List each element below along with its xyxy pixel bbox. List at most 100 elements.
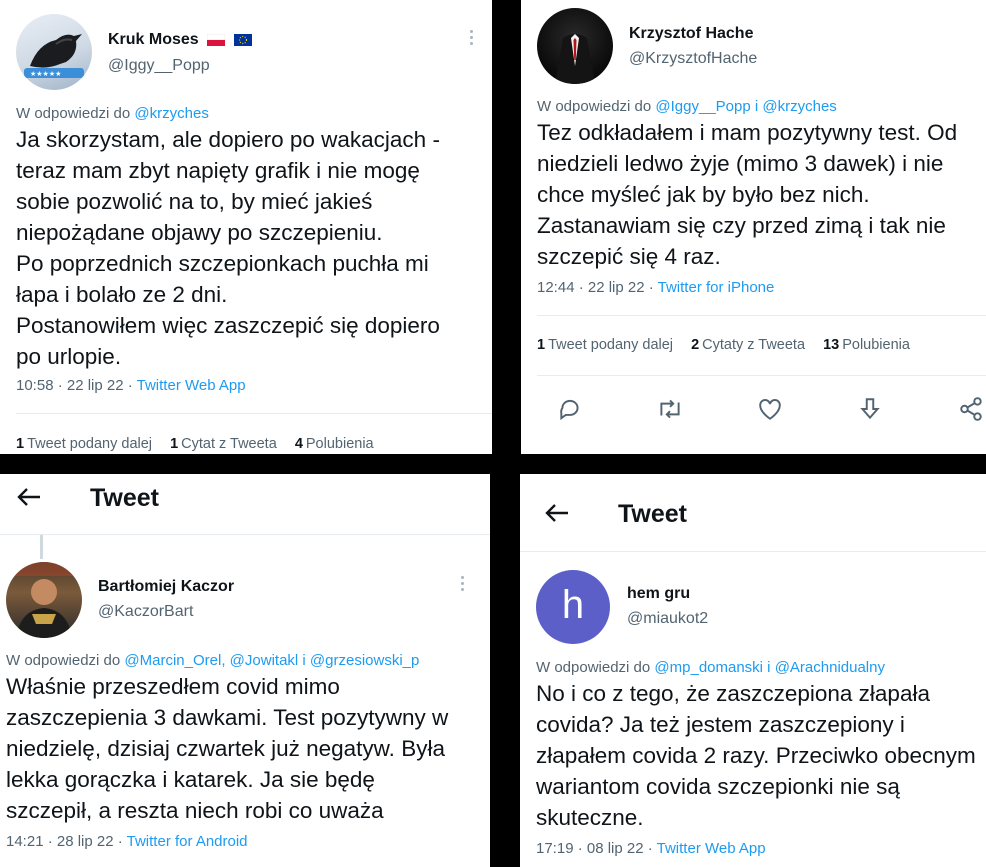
suit-avatar-image [555, 34, 595, 84]
reply-prefix: W odpowiedzi do [537, 98, 656, 115]
tweet-panel-hem-gru: Tweet h hem gru @miaukot2 W odpowiedzi d… [520, 474, 986, 867]
author-name[interactable]: Kruk Moses [108, 31, 252, 49]
reply-mention-link[interactable]: @mp_domanski [654, 659, 763, 676]
bookmark-icon[interactable] [858, 396, 882, 427]
reply-mention-link[interactable]: @grzesiowski_p [310, 652, 419, 669]
back-arrow-icon[interactable] [544, 501, 570, 530]
reply-context: W odpowiedzi do @mp_domanski i @Arachnid… [536, 659, 885, 676]
tweet-text-line: sobie pozwolić na to, by mieć jakieś [16, 189, 373, 214]
more-icon[interactable] [461, 576, 465, 594]
tweet-timestamp: 12:44 · 22 lip 22 · Twitter for iPhone [537, 279, 774, 296]
author-handle[interactable]: @KaczorBart [98, 603, 193, 621]
author-name[interactable]: Bartłomiej Kaczor [98, 578, 234, 596]
tweet-text-line: Tez odkładałem i mam pozytywny test. Od [537, 120, 958, 145]
timestamp-text[interactable]: 14:21 · 28 lip 22 · [6, 833, 127, 850]
more-icon[interactable] [470, 30, 474, 48]
tweet-text-line: Ja skorzystam, ale dopiero po wakacjach … [16, 127, 440, 152]
tweet-text-line: zaszczepienia 3 dawkami. Test pozytywny … [6, 705, 449, 730]
tweet-text-line: niepożądane objawy po szczepieniu. [16, 220, 383, 245]
quotes-stat[interactable]: 1 Cytat z Tweeta [170, 436, 277, 452]
back-arrow-icon[interactable] [16, 485, 42, 514]
avatar-letter: h [561, 583, 585, 627]
poland-flag-icon [207, 33, 226, 46]
reply-context: W odpowiedzi do @Marcin_Orel, @Jowitakl … [6, 652, 419, 669]
tweet-text-line: Zastanawiam się czy przed zimą i tak nie [537, 213, 946, 238]
person-avatar-image [6, 562, 82, 638]
reply-mention-link[interactable]: @Marcin_Orel [124, 652, 221, 669]
author-name[interactable]: hem gru [627, 585, 690, 603]
avatar[interactable]: ★★★★★ [16, 14, 92, 90]
author-name-text[interactable]: Kruk Moses [108, 31, 199, 48]
author-handle[interactable]: @miaukot2 [627, 610, 708, 628]
retweet-icon[interactable] [656, 396, 684, 427]
tweet-stats: 1 Tweet podany dalej 1 Cytat z Tweeta 4 Pol… [16, 436, 388, 452]
like-icon[interactable] [757, 397, 783, 426]
eu-flag-icon [233, 33, 252, 46]
divider [16, 413, 492, 414]
tweet-panel-krzysztof-hache: Krzysztof Hache @KrzysztofHache W odpowi… [521, 0, 986, 454]
tweet-text-line: po urlopie. [16, 344, 122, 369]
divider [537, 315, 986, 316]
quotes-stat[interactable]: 2 Cytaty z Tweeta [691, 337, 805, 353]
avatar[interactable] [6, 562, 82, 638]
author-handle[interactable]: @Iggy__Popp [108, 57, 210, 75]
tweet-text: No i co z tego, że zaszczepiona złapała c… [536, 678, 986, 833]
tweet-timestamp: 10:58 · 22 lip 22 · Twitter Web App [16, 377, 246, 394]
reply-mention-link[interactable]: @Arachnidualny [775, 659, 885, 676]
retweets-stat[interactable]: 1 Tweet podany dalej [16, 436, 152, 452]
reply-prefix: W odpowiedzi do [6, 652, 125, 669]
reply-mention-link[interactable]: @Iggy__Popp [655, 98, 750, 115]
tweet-text-line: skuteczne. [536, 805, 644, 830]
tweet-text-line: Postanowiłem więc zaszczepić się dopiero [16, 313, 440, 338]
tweet-text-line: złapałem covida 2 razy. Przeciwko obecny… [536, 743, 976, 768]
share-icon[interactable] [958, 396, 984, 427]
tweet-text-line: szczepił, a reszta niech robi co uważa [6, 798, 384, 823]
reply-context: W odpowiedzi do @krzyches [16, 105, 209, 122]
source-link[interactable]: Twitter Web App [657, 840, 766, 857]
reply-and: i [750, 98, 763, 115]
page-title: Tweet [90, 484, 159, 512]
avatar[interactable]: h [536, 570, 610, 644]
svg-text:★★★★★: ★★★★★ [30, 70, 61, 78]
divider [520, 551, 986, 552]
tweet-text-line: niedzielę, dzisiaj czwartek już negatyw.… [6, 736, 445, 761]
divider [537, 375, 986, 376]
reply-prefix: W odpowiedzi do [16, 105, 135, 122]
tweet-panel-bartlomiej-kaczor: Tweet Bartłomiej Kaczor @KaczorBart W od… [0, 474, 490, 867]
timestamp-text[interactable]: 17:19 · 08 lip 22 · [536, 840, 657, 857]
tweet-text-line: Właśnie przeszedłem covid mimo [6, 674, 340, 699]
tweet-panel-kruk-moses: ★★★★★ Kruk Moses @Iggy__Popp W odpowiedz… [0, 0, 492, 454]
source-link[interactable]: Twitter Web App [137, 377, 246, 394]
tweet-text-line: chce myśleć jak by było bez nich. [537, 182, 870, 207]
tweet-text-line: łapa i bolało ze 2 dni. [16, 282, 228, 307]
reply-icon[interactable] [557, 396, 583, 427]
tweet-text-line: teraz mam zbyt napięty grafik i nie mogę [16, 158, 420, 183]
tweet-text-line: covida? Ja też jestem zaszczepiony i [536, 712, 905, 737]
retweets-stat[interactable]: 1 Tweet podany dalej [537, 337, 673, 353]
tweet-text-line: lekka gorączka i katarek. Ja sie będę [6, 767, 375, 792]
tweet-stats: 1 Tweet podany dalej 2 Cytaty z Tweeta 13 P… [537, 337, 924, 353]
reply-separator: , [221, 652, 230, 669]
page-title: Tweet [618, 500, 687, 528]
source-link[interactable]: Twitter for Android [127, 833, 248, 850]
tweet-timestamp: 14:21 · 28 lip 22 · Twitter for Android [6, 833, 248, 850]
likes-stat[interactable]: 13 Polubienia [823, 337, 910, 353]
reply-mention-link[interactable]: @krzyches [762, 98, 836, 115]
reply-mention-link[interactable]: @Jowitakl [230, 652, 299, 669]
likes-stat[interactable]: 4 Polubienia [295, 436, 374, 452]
reply-and: i [298, 652, 310, 669]
source-link[interactable]: Twitter for iPhone [658, 279, 775, 296]
tweet-text-line: szczepić się 4 raz. [537, 244, 721, 269]
divider [0, 534, 490, 535]
author-name[interactable]: Krzysztof Hache [629, 25, 753, 43]
reply-context: W odpowiedzi do @Iggy__Popp i @krzyches [537, 98, 837, 115]
raven-avatar-image: ★★★★★ [24, 34, 84, 78]
reply-and: i [763, 659, 775, 676]
author-handle[interactable]: @KrzysztofHache [629, 50, 757, 68]
timestamp-text[interactable]: 10:58 · 22 lip 22 · [16, 377, 137, 394]
reply-prefix: W odpowiedzi do [536, 659, 655, 676]
avatar[interactable] [537, 8, 613, 84]
tweet-text: Ja skorzystam, ale dopiero po wakacjach … [16, 124, 486, 372]
timestamp-text[interactable]: 12:44 · 22 lip 22 · [537, 279, 658, 296]
reply-mention-link[interactable]: @krzyches [134, 105, 208, 122]
